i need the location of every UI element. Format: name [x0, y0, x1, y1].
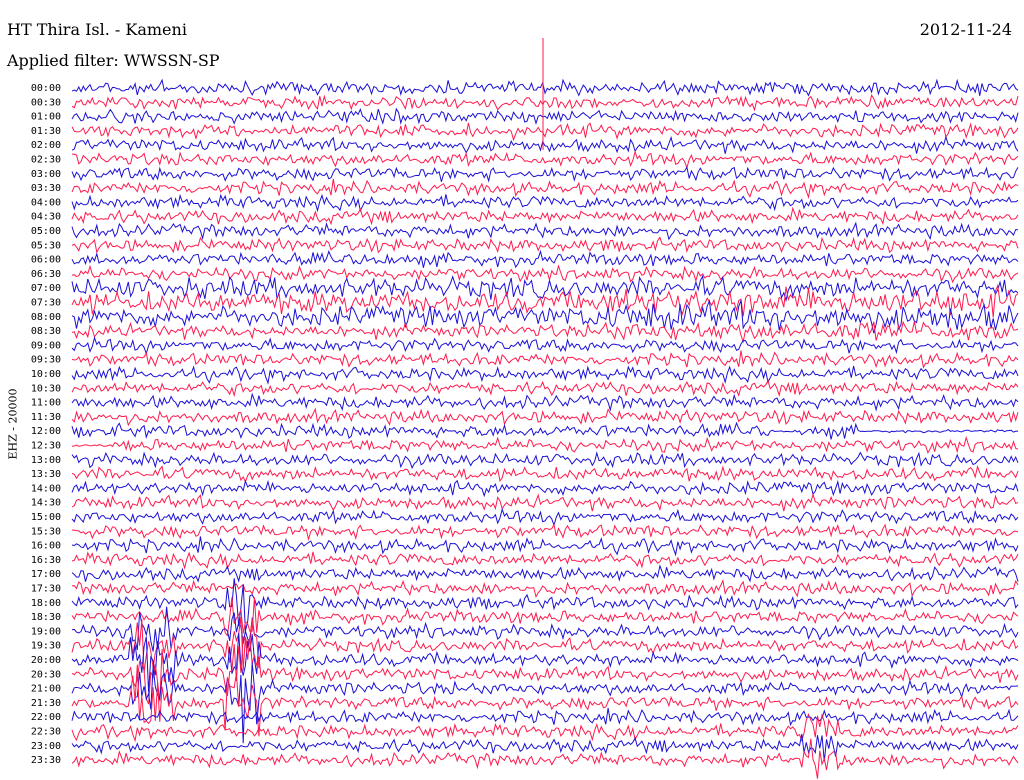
trace-row [71, 206, 1019, 226]
row-time-label: 05:30 [31, 240, 61, 251]
trace-row [71, 221, 1019, 241]
trace-row [71, 135, 1019, 154]
trace-row [71, 392, 1019, 412]
row-time-label: 16:00 [31, 541, 61, 552]
row-time-label: 09:00 [31, 340, 61, 351]
row-time-label: 15:00 [31, 512, 61, 523]
row-time-label: 00:30 [31, 97, 61, 108]
trace-row [71, 507, 1019, 527]
trace-group [71, 38, 1019, 779]
row-time-label: 18:30 [31, 612, 61, 623]
trace-row [71, 492, 1019, 512]
row-time-label: 01:00 [31, 112, 61, 123]
helicorder-plot: 00:00 00:30 01:00 01:30 02:00 02:30 03:00 03:30… [31, 38, 1019, 779]
trace-row [71, 464, 1019, 483]
trace-row [71, 379, 1019, 398]
row-time-label: 12:00 [31, 426, 61, 437]
row-time-label: 11:30 [31, 412, 61, 423]
row-time-label: 19:30 [31, 641, 61, 652]
trace-row [71, 564, 1019, 583]
row-time-label: 06:00 [31, 255, 61, 266]
row-time-label: 02:00 [31, 140, 61, 151]
trace-row [71, 94, 1019, 112]
trace-row [71, 738, 1019, 779]
row-time-label: 01:30 [31, 126, 61, 137]
trace-row [71, 551, 1019, 570]
trace-row [71, 122, 1019, 142]
row-time-label: 23:30 [31, 755, 61, 766]
trace-row [71, 733, 1019, 762]
row-time-label: 19:00 [31, 626, 61, 637]
row-time-label: 21:00 [31, 684, 61, 695]
trace-row [71, 365, 1019, 385]
row-label-group: 00:00 00:30 01:00 01:30 02:00 02:30 03:00 03:30… [31, 83, 61, 766]
trace-row [71, 578, 1019, 632]
trace-row [71, 249, 1019, 269]
row-time-label: 05:00 [31, 226, 61, 237]
row-time-label: 22:00 [31, 712, 61, 723]
row-time-label: 11:00 [31, 398, 61, 409]
row-time-label: 18:00 [31, 598, 61, 609]
row-time-label: 10:30 [31, 383, 61, 394]
row-time-label: 22:30 [31, 727, 61, 738]
trace-row [71, 536, 1019, 557]
trace-row [71, 193, 1019, 213]
trace-row [71, 150, 1019, 170]
trace-row [71, 632, 1019, 693]
row-time-label: 23:00 [31, 741, 61, 752]
row-time-label: 21:30 [31, 698, 61, 709]
row-time-label: 04:00 [31, 197, 61, 208]
trace-row [71, 78, 1019, 97]
row-time-label: 04:30 [31, 212, 61, 223]
row-time-label: 17:30 [31, 584, 61, 595]
row-time-label: 12:30 [31, 441, 61, 452]
row-time-label: 00:00 [31, 83, 61, 94]
row-time-label: 20:00 [31, 655, 61, 666]
row-time-label: 20:30 [31, 669, 61, 680]
row-time-label: 13:30 [31, 469, 61, 480]
trace-row [71, 451, 1019, 470]
trace-row [71, 298, 1019, 334]
row-time-label: 15:30 [31, 526, 61, 537]
trace-row [71, 107, 1019, 126]
row-time-label: 06:30 [31, 269, 61, 280]
trace-row [71, 264, 1019, 284]
row-time-label: 02:30 [31, 155, 61, 166]
row-time-label: 10:00 [31, 369, 61, 380]
trace-row [71, 635, 1019, 705]
row-time-label: 08:00 [31, 312, 61, 323]
trace-row [71, 236, 1019, 254]
row-time-label: 09:30 [31, 355, 61, 366]
trace-row [71, 479, 1019, 498]
row-time-label: 07:30 [31, 298, 61, 309]
row-time-label: 07:00 [31, 283, 61, 294]
row-time-label: 17:00 [31, 569, 61, 580]
row-time-label: 14:00 [31, 483, 61, 494]
trace-row [71, 708, 1019, 727]
row-time-label: 03:00 [31, 169, 61, 180]
trace-row [71, 523, 1019, 542]
trace-row [71, 178, 1019, 199]
row-time-label: 13:00 [31, 455, 61, 466]
trace-row [71, 165, 1019, 183]
row-time-label: 14:30 [31, 498, 61, 509]
row-time-label: 03:30 [31, 183, 61, 194]
trace-row [71, 435, 1019, 454]
trace-row [71, 421, 1019, 440]
trace-row [71, 579, 1019, 599]
row-time-label: 08:30 [31, 326, 61, 337]
trace-row [71, 350, 1019, 369]
row-time-label: 16:30 [31, 555, 61, 566]
